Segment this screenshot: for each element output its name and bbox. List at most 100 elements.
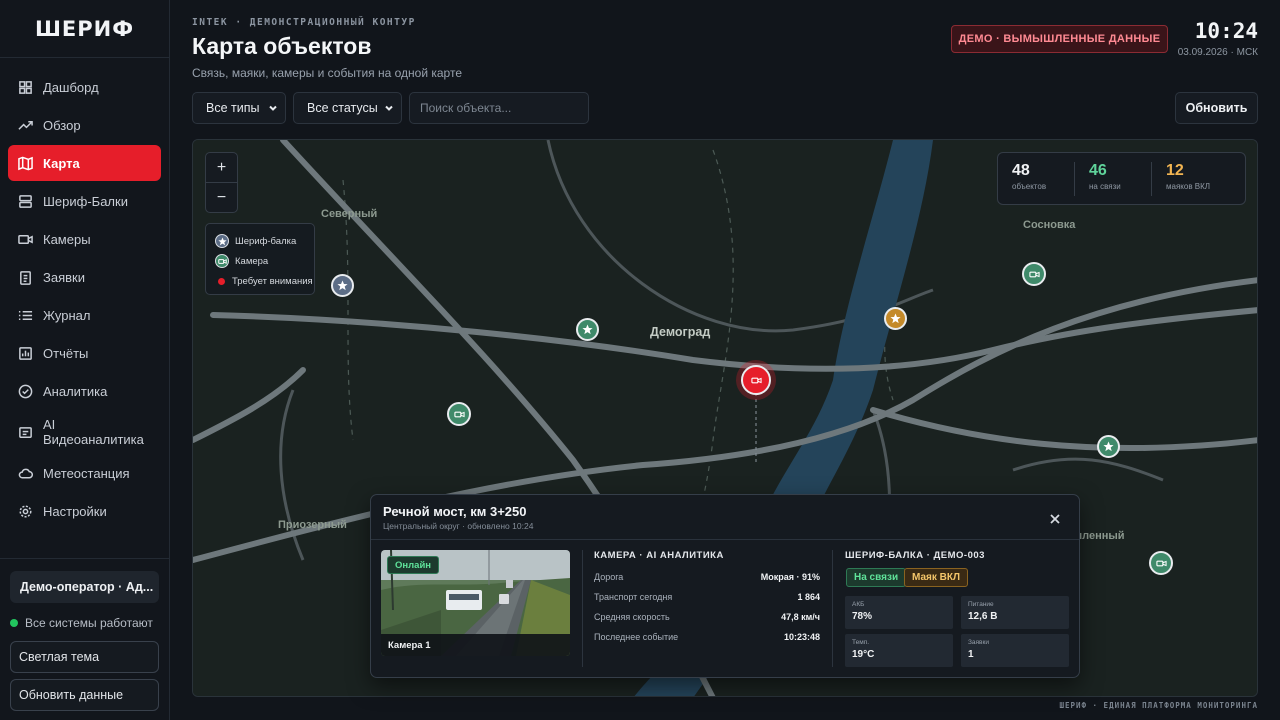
- legend-label: Требует внимания: [232, 275, 313, 287]
- sidebar-item-label: Метеостанция: [43, 465, 130, 481]
- stat-online: 46 на связи: [1075, 162, 1152, 196]
- cell-value: 12,6 В: [968, 611, 998, 622]
- stat-value: 46: [1089, 162, 1107, 179]
- sidebar-item-label: Карта: [43, 155, 80, 171]
- grid-icon: [18, 80, 33, 95]
- camera-metric-row: Средняя скорость 47,8 км/ч: [594, 612, 820, 622]
- metric-value: 47,8 км/ч: [781, 612, 820, 622]
- refresh-button[interactable]: Обновить: [1175, 92, 1258, 124]
- page-subtitle: Связь, маяки, камеры и события на одной …: [192, 66, 463, 80]
- star-icon: [215, 234, 229, 248]
- online-tag: На связи: [846, 568, 907, 587]
- stat-value: 12: [1166, 162, 1184, 179]
- sidebar-item-journal[interactable]: Журнал: [8, 297, 161, 333]
- camera-marker[interactable]: [1022, 262, 1046, 286]
- cell-value: 19°C: [852, 649, 875, 660]
- page-kicker: INTEK · ДЕМОНСТРАЦИОННЫЙ КОНТУР: [192, 17, 416, 28]
- cell-key: АКБ: [852, 601, 865, 608]
- popup-divider: [371, 539, 1079, 540]
- chevron-down-icon: [383, 102, 395, 114]
- zoom-in-button[interactable]: +: [206, 153, 237, 183]
- map-icon: [18, 156, 33, 171]
- sidebar: ШЕРИФ Дашборд Обзор Карта Шериф-Балки Ка…: [0, 0, 170, 720]
- zoom-out-button[interactable]: −: [206, 183, 237, 213]
- sidebar-item-label: AI Видеоаналитика: [43, 417, 144, 447]
- stat-label: объектов: [1012, 182, 1047, 191]
- sidebar-item-label: Шериф-Балки: [43, 193, 128, 209]
- sidebar-item-label: Заявки: [43, 269, 85, 285]
- camera-caption: Камера 1: [381, 634, 570, 656]
- alert-camera-marker[interactable]: [741, 365, 771, 395]
- metric-key: Транспорт сегодня: [594, 592, 673, 602]
- metric-value: Мокрая · 91%: [760, 572, 820, 582]
- popup-separator: [832, 550, 833, 667]
- balka-marker[interactable]: [331, 274, 354, 297]
- type-filter-value: Все типы: [206, 101, 260, 115]
- balka-marker[interactable]: [1097, 435, 1120, 458]
- place-label: Сосновка: [1023, 219, 1076, 231]
- app-logo: ШЕРИФ: [0, 0, 169, 58]
- star-icon: [337, 280, 348, 291]
- sidebar-item-requests[interactable]: Заявки: [8, 259, 161, 295]
- balka-marker[interactable]: [576, 318, 599, 341]
- alert-dot-icon: [218, 277, 225, 285]
- page-title: Карта объектов: [192, 33, 372, 59]
- type-filter-select[interactable]: Все типы: [192, 92, 286, 124]
- list-icon: [18, 308, 33, 323]
- theme-toggle-button[interactable]: Светлая тема: [10, 641, 159, 673]
- place-label: Северный: [321, 208, 378, 220]
- sidebar-item-overview[interactable]: Обзор: [8, 107, 161, 143]
- camera-snapshot[interactable]: Онлайн Камера 1: [381, 550, 570, 656]
- close-icon[interactable]: [1049, 512, 1061, 524]
- sidebar-item-label: Дашборд: [43, 79, 99, 95]
- sidebar-item-settings[interactable]: Настройки: [8, 493, 161, 529]
- stat-beacons: 12 маяков ВКЛ: [1152, 162, 1229, 196]
- sidebar-item-balki[interactable]: Шериф-Балки: [8, 183, 161, 219]
- camera-marker[interactable]: [447, 402, 471, 426]
- camera-marker[interactable]: [1149, 551, 1173, 575]
- sidebar-item-dashboard[interactable]: Дашборд: [8, 69, 161, 105]
- refresh-data-button[interactable]: Обновить данные: [10, 679, 159, 711]
- sidebar-item-analytics[interactable]: Аналитика: [8, 373, 161, 409]
- user-menu-button[interactable]: Демо-оператор · Ад...: [10, 571, 159, 603]
- metric-cell-temp: Темп. 19°C: [845, 634, 953, 667]
- cell-value: 1: [968, 649, 974, 660]
- cell-value: 78%: [852, 611, 873, 622]
- system-status: Все системы работают: [10, 615, 159, 631]
- metric-value: 1 864: [797, 592, 820, 602]
- system-status-text: Все системы работают: [25, 616, 153, 630]
- clipboard-icon: [18, 270, 33, 285]
- star-icon: [890, 313, 901, 324]
- popup-subtitle: Центральный округ · обновлено 10:24: [383, 521, 534, 531]
- camera-icon: [18, 232, 33, 247]
- status-filter-select[interactable]: Все статусы: [293, 92, 402, 124]
- metric-key: Дорога: [594, 572, 624, 582]
- pin-leader-line: [755, 393, 757, 463]
- sidebar-item-label: Журнал: [43, 307, 91, 323]
- check-circle-icon: [18, 384, 33, 399]
- map-stats-panel: 48 объектов 46 на связи 12 маяков ВКЛ: [997, 152, 1246, 205]
- stat-value: 48: [1012, 162, 1030, 179]
- sidebar-item-label: Отчёты: [43, 345, 89, 361]
- sidebar-item-reports[interactable]: Отчёты: [8, 335, 161, 371]
- sidebar-item-cameras[interactable]: Камеры: [8, 221, 161, 257]
- stat-objects: 48 объектов: [998, 162, 1075, 196]
- camera-online-badge: Онлайн: [387, 556, 440, 574]
- stat-label: маяков ВКЛ: [1166, 182, 1211, 191]
- object-search-input[interactable]: [409, 92, 589, 124]
- sidebar-item-map[interactable]: Карта: [8, 145, 161, 181]
- footer-text: ШЕРИФ · ЕДИНАЯ ПЛАТФОРМА МОНИТОРИНГА: [1059, 701, 1258, 710]
- cloud-icon: [18, 466, 33, 481]
- server-icon: [18, 194, 33, 209]
- sidebar-item-weather[interactable]: Метеостанция: [8, 455, 161, 491]
- popup-title: Речной мост, км 3+250: [383, 504, 527, 519]
- status-dot-icon: [10, 619, 18, 627]
- sidebar-nav: Дашборд Обзор Карта Шериф-Балки Камеры З…: [8, 69, 161, 531]
- chevron-down-icon: [267, 102, 279, 114]
- clock-date: 03.09.2026 · МСК: [1177, 47, 1258, 58]
- popup-separator: [582, 550, 583, 667]
- metric-cell-power: Питание 12,6 В: [961, 596, 1069, 629]
- sidebar-item-ai-video[interactable]: AI Видеоаналитика: [8, 411, 161, 453]
- balka-marker[interactable]: [884, 307, 907, 330]
- legend-label: Камера: [235, 255, 269, 267]
